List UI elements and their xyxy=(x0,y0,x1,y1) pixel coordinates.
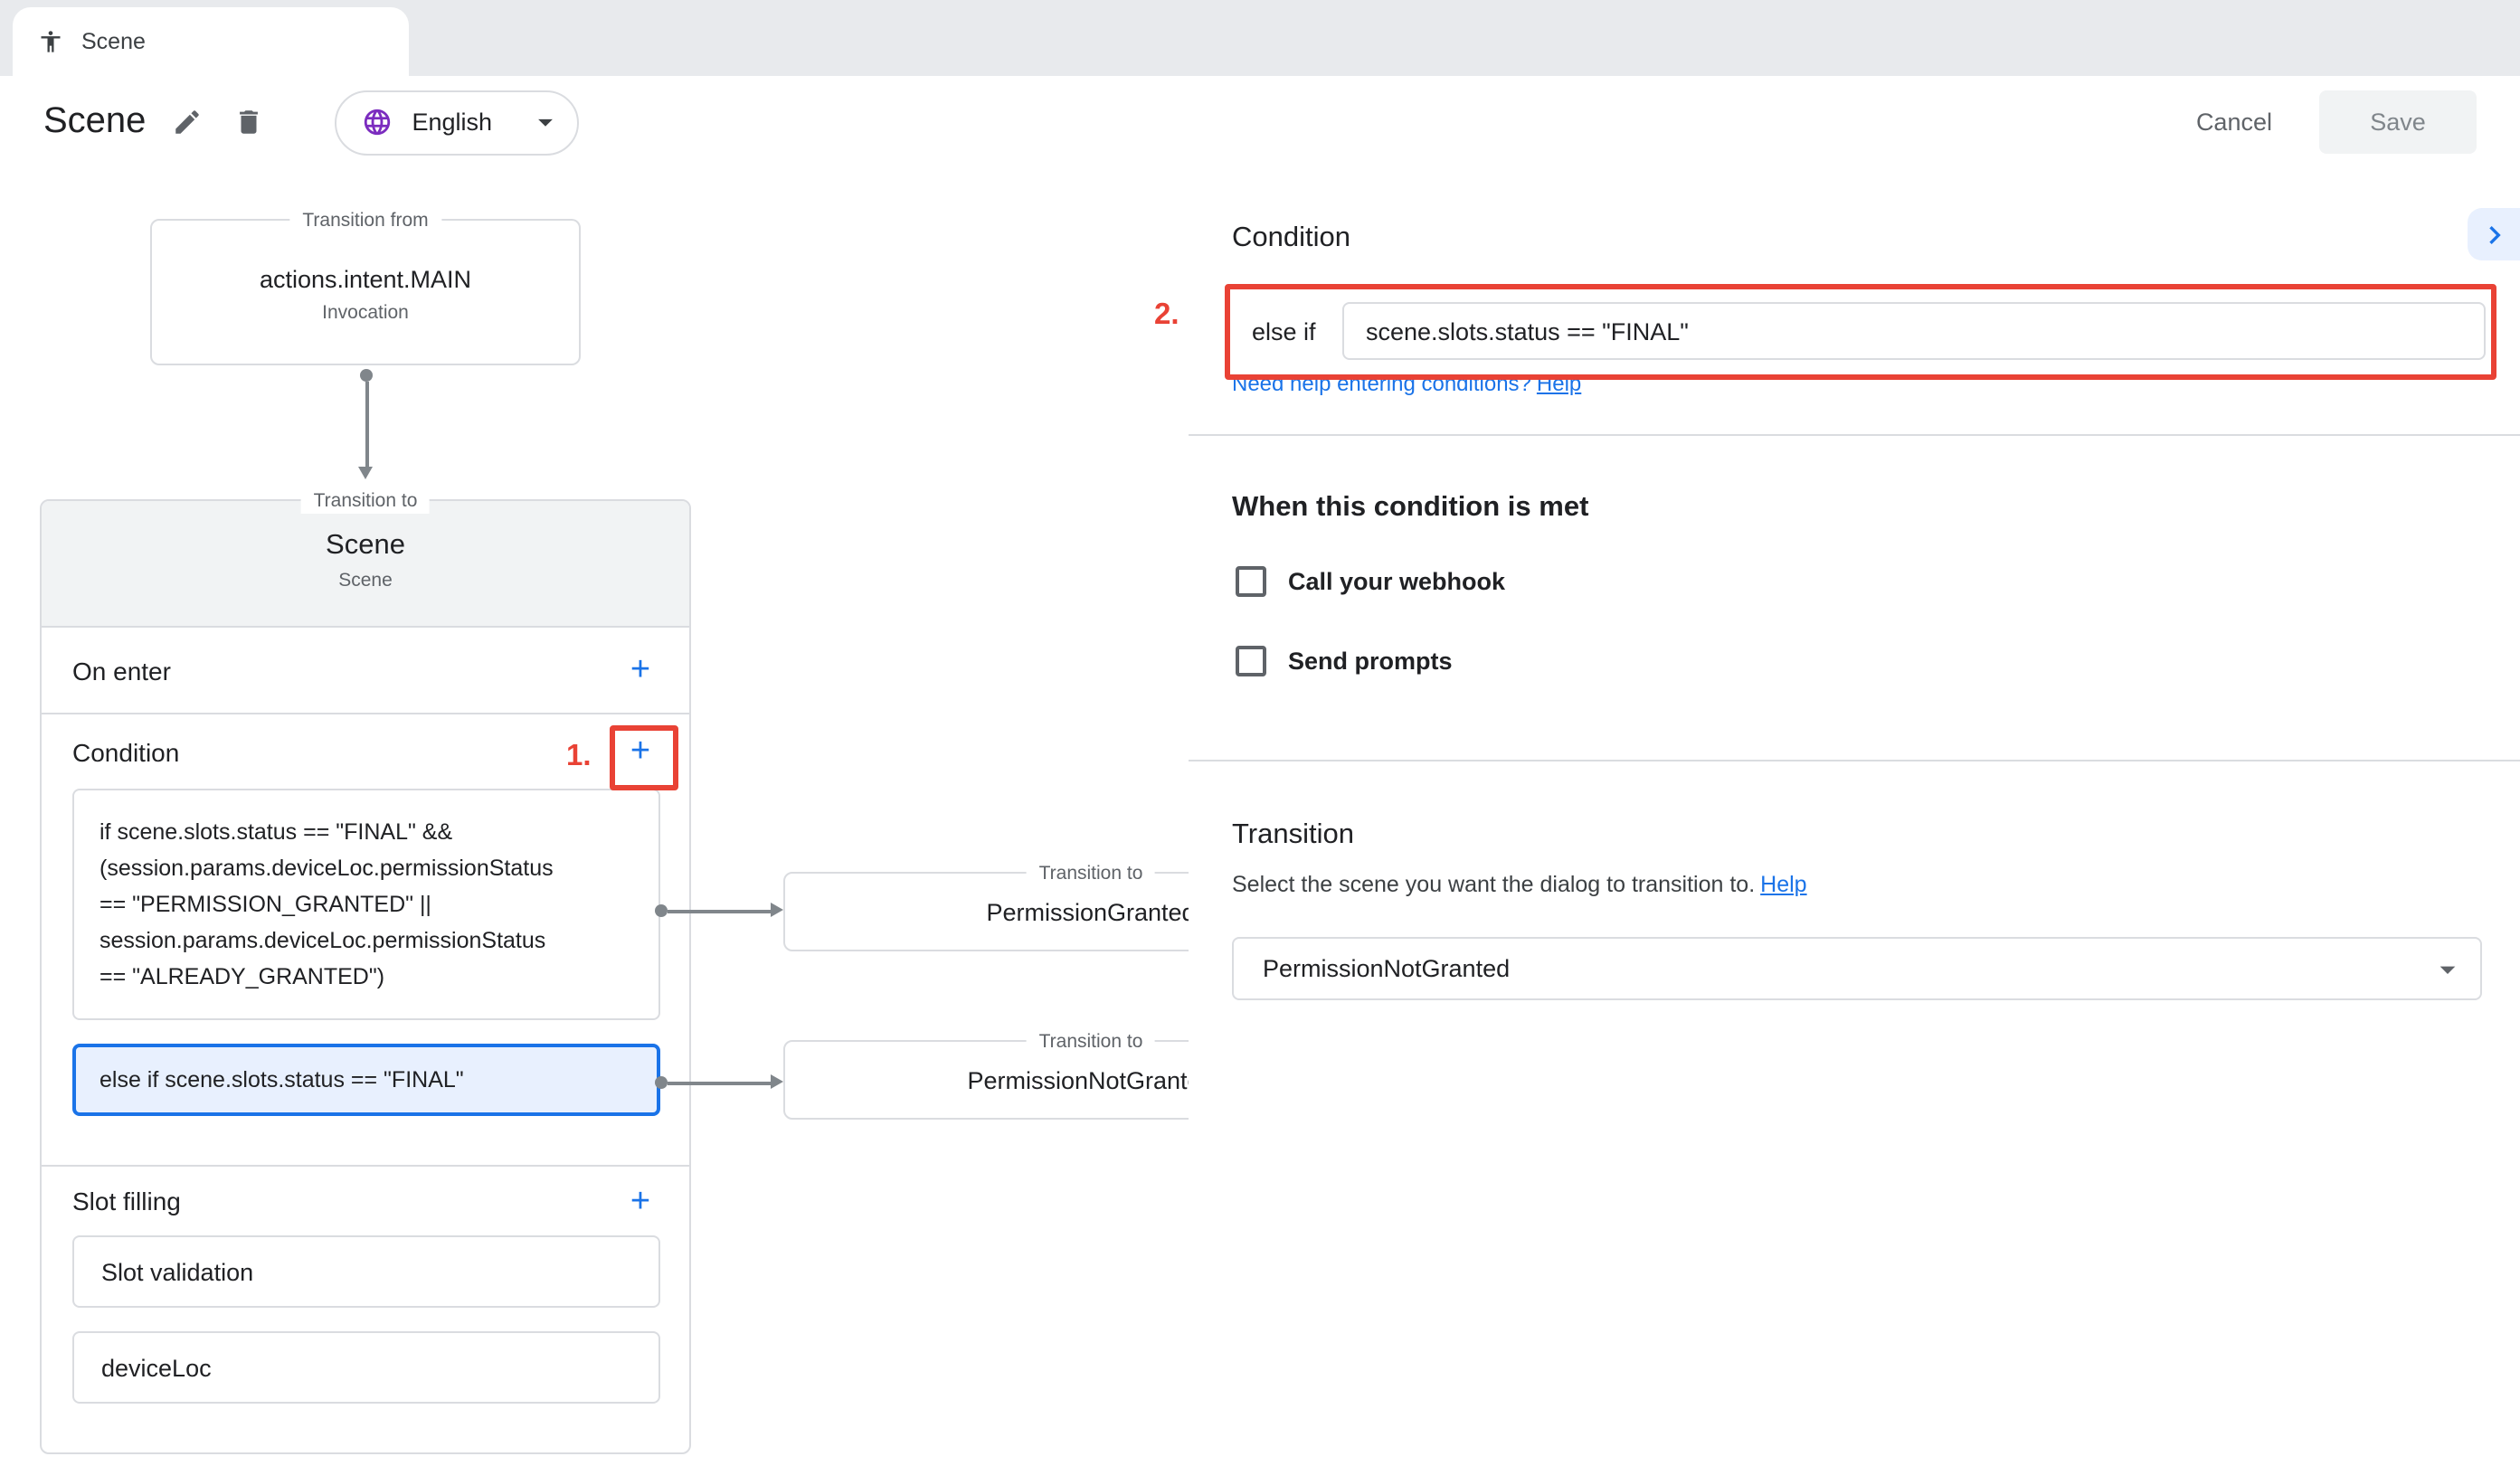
slot-filling-label: Slot filling xyxy=(72,1187,181,1215)
edit-icon xyxy=(172,107,203,137)
intent-name: actions.intent.MAIN xyxy=(152,266,579,293)
connector-arrow-permission-not-granted xyxy=(655,1074,783,1091)
edit-scene-button[interactable] xyxy=(156,91,218,153)
transition-to-label: Transition to xyxy=(1027,861,1156,886)
scene-node-subtitle: Scene xyxy=(42,570,689,591)
connector-vertical-arrow xyxy=(358,369,374,479)
slot-filling-section: Slot filling + xyxy=(42,1167,689,1235)
when-condition-met-heading: When this condition is met xyxy=(1232,492,1588,525)
connector-line xyxy=(365,382,368,467)
panel-divider xyxy=(1189,760,2520,761)
arrow-down-icon xyxy=(358,467,373,479)
transition-description: Select the scene you want the dialog to … xyxy=(1232,872,1807,897)
collapse-panel-button[interactable] xyxy=(2468,208,2520,260)
scene-graph-canvas: Transition from actions.intent.MAIN Invo… xyxy=(0,168,1189,1466)
transition-target-node-granted[interactable]: Transition to PermissionGranted xyxy=(783,872,1189,951)
condition-section-label: Condition xyxy=(72,737,179,766)
chevron-right-icon xyxy=(2476,216,2512,252)
transition-from-label: Transition from xyxy=(289,208,441,233)
condition-section: Condition + xyxy=(42,714,689,789)
condition-item-selected[interactable]: else if scene.slots.status == "FINAL" xyxy=(72,1044,660,1116)
webhook-option-row: Call your webhook xyxy=(1236,566,1505,597)
language-label: English xyxy=(412,109,492,136)
add-condition-button[interactable]: + xyxy=(615,726,666,777)
webhook-checkbox[interactable] xyxy=(1236,566,1266,597)
on-enter-section: On enter + xyxy=(42,628,689,714)
chevron-down-icon xyxy=(2430,951,2466,987)
add-slot-button[interactable]: + xyxy=(615,1176,666,1226)
condition-item[interactable]: if scene.slots.status == "FINAL" && (ses… xyxy=(72,789,660,1020)
slot-item[interactable]: Slot validation xyxy=(72,1235,660,1308)
send-prompts-checkbox[interactable] xyxy=(1236,646,1266,676)
help-link[interactable]: Help xyxy=(1537,371,1581,396)
arrow-right-icon xyxy=(771,903,783,917)
scene-node[interactable]: Transition to Scene Scene On enter + Con… xyxy=(40,499,691,1454)
language-selector[interactable]: English xyxy=(334,90,579,155)
scene-node-label: Transition to xyxy=(301,488,431,514)
person-icon xyxy=(38,29,63,54)
delete-scene-button[interactable] xyxy=(218,91,279,153)
browser-tab[interactable]: Scene xyxy=(13,7,409,76)
webhook-label: Call your webhook xyxy=(1288,568,1505,595)
transition-help-link[interactable]: Help xyxy=(1760,872,1806,897)
browser-tab-bar: Scene xyxy=(0,0,2520,76)
globe-icon xyxy=(361,107,392,137)
transition-description-text: Select the scene you want the dialog to … xyxy=(1232,872,1755,897)
main-content: Transition from actions.intent.MAIN Invo… xyxy=(0,168,2520,1466)
send-prompts-label: Send prompts xyxy=(1288,648,1453,675)
transition-scene-select[interactable]: PermissionNotGranted xyxy=(1232,937,2482,1000)
transition-heading: Transition xyxy=(1232,819,1354,852)
tab-title: Scene xyxy=(81,29,146,54)
transition-target-node-not-granted[interactable]: Transition to PermissionNotGranted xyxy=(783,1040,1189,1120)
arrow-right-icon xyxy=(771,1074,783,1089)
intent-kind: Invocation xyxy=(152,302,579,324)
else-if-label: else if xyxy=(1252,318,1316,345)
connector-dot xyxy=(655,1076,668,1089)
on-enter-label: On enter xyxy=(72,656,171,685)
connector-line xyxy=(668,910,771,913)
help-prompt: Need help entering conditions? xyxy=(1232,371,1531,396)
condition-heading: Condition xyxy=(1232,222,1350,255)
connector-line xyxy=(668,1082,771,1084)
panel-divider xyxy=(1189,434,2520,436)
transition-from-node[interactable]: Transition from actions.intent.MAIN Invo… xyxy=(150,219,581,365)
send-prompts-option-row: Send prompts xyxy=(1236,646,1453,676)
condition-details-panel: Condition else if Need help entering con… xyxy=(1189,168,2520,1466)
chevron-down-icon xyxy=(528,105,563,139)
condition-expression-input[interactable] xyxy=(1342,302,2486,360)
cancel-button[interactable]: Cancel xyxy=(2196,109,2272,136)
connector-dot xyxy=(655,904,668,917)
transition-selected-value: PermissionNotGranted xyxy=(1263,955,1510,982)
transition-to-label: Transition to xyxy=(1027,1029,1156,1055)
connector-dot xyxy=(360,369,373,382)
connector-arrow-permission-granted xyxy=(655,903,783,919)
save-button[interactable]: Save xyxy=(2319,90,2477,154)
condition-help-line: Need help entering conditions?Help xyxy=(1232,371,1581,396)
add-on-enter-button[interactable]: + xyxy=(615,645,666,695)
page-title: Scene xyxy=(43,101,146,143)
scene-node-header: Scene Scene xyxy=(42,501,689,628)
page-header: Scene English Cancel Save xyxy=(0,76,2520,168)
delete-icon xyxy=(233,107,264,137)
actions-console-app: Scene Scene English Cancel Save xyxy=(0,0,2520,1466)
slot-item[interactable]: deviceLoc xyxy=(72,1331,660,1404)
